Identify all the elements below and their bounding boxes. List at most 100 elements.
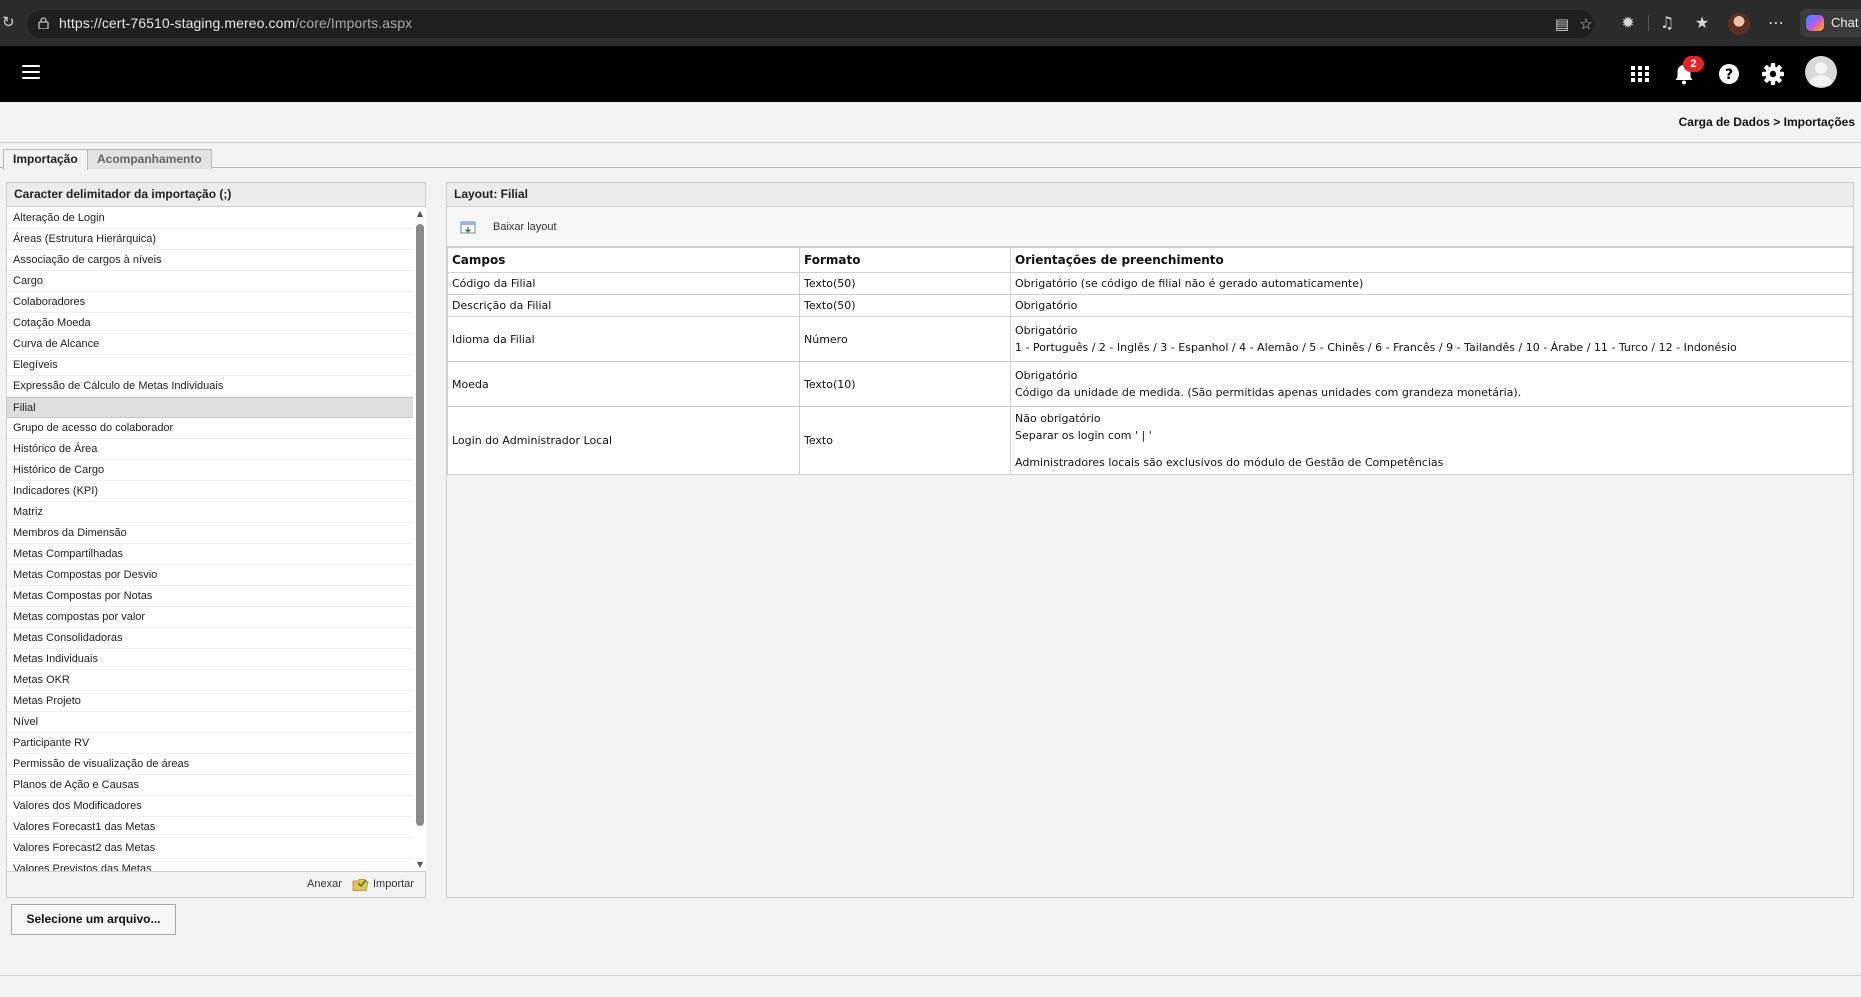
profile-avatar[interactable] <box>1728 13 1750 35</box>
scroll-up-arrow-icon[interactable]: ▲ <box>416 209 424 219</box>
table-row: Idioma da Filial Número Obrigatório 1 - Por… <box>447 316 1853 362</box>
list-item[interactable]: Expressão de Cálculo de Metas Individuai… <box>7 376 413 397</box>
list-item[interactable]: Matriz <box>7 502 413 523</box>
list-item[interactable]: Histórico de Cargo <box>7 460 413 481</box>
formato-cell: Texto(10) <box>799 361 1011 407</box>
anexar-link[interactable]: Anexar <box>307 878 342 890</box>
list-item[interactable]: Nível <box>7 712 413 733</box>
user-avatar[interactable] <box>1805 56 1837 88</box>
list-item[interactable]: Metas OKR <box>7 670 413 691</box>
notification-badge: 2 <box>1683 56 1704 72</box>
campo-cell: Moeda <box>447 361 800 407</box>
orientacao-line: Não obrigatório <box>1015 412 1101 425</box>
orientacao-line: Código da unidade de medida. (São permit… <box>1015 386 1522 399</box>
formato-cell: Texto(50) <box>799 294 1011 317</box>
list-item[interactable]: Indicadores (KPI) <box>7 481 413 502</box>
url-text: https://cert-76510-staging.mereo.com/cor… <box>59 15 413 31</box>
chat-label: Chat <box>1831 15 1859 30</box>
app-header: 2 ? <box>0 46 1861 102</box>
import-panel-footer: Anexar Importar <box>7 871 425 897</box>
tab-bar: Importação Acompanhamento <box>0 148 1861 170</box>
list-item[interactable]: Colaboradores <box>7 292 413 313</box>
orientacao-line: Administradores locais são exclusivos do… <box>1015 456 1444 469</box>
list-item[interactable]: Metas Individuais <box>7 649 413 670</box>
list-item[interactable]: Valores Previstos das Metas <box>7 859 413 871</box>
list-item[interactable]: Cotação Moeda <box>7 313 413 334</box>
reload-icon[interactable]: ↻ <box>2 15 16 30</box>
list-item[interactable]: Membros da Dimensão <box>7 523 413 544</box>
orientacao-line: Obrigatório <box>1015 369 1078 382</box>
scroll-down-arrow-icon[interactable]: ▼ <box>416 860 424 870</box>
orientacoes-cell: Obrigatório Código da unidade de medida. … <box>1010 361 1853 407</box>
list-item[interactable]: Alteração de Login <box>7 208 413 229</box>
list-scrollbar[interactable]: ▲ ▼ <box>414 208 426 871</box>
help-icon[interactable]: ? <box>1715 60 1743 88</box>
list-item[interactable]: Elegíveis <box>7 355 413 376</box>
scrollbar-thumb[interactable] <box>416 224 424 826</box>
settings-gear-icon[interactable] <box>1759 60 1787 88</box>
list-item[interactable]: Metas Consolidadoras <box>7 628 413 649</box>
apps-grid-icon[interactable] <box>1626 60 1654 88</box>
list-item[interactable]: Curva de Alcance <box>7 334 413 355</box>
orientacoes-cell: Obrigatório 1 - Português / 2 - Inglês / … <box>1010 316 1853 362</box>
more-options-icon[interactable]: ⋯ <box>1767 14 1785 32</box>
favorite-star-icon[interactable]: ☆ <box>1578 16 1594 32</box>
browser-toolbar: ↻ https://cert-76510-staging.mereo.com/c… <box>0 0 1861 46</box>
list-item[interactable]: Planos de Ação e Causas <box>7 775 413 796</box>
list-item[interactable]: Metas Compostas por Notas <box>7 586 413 607</box>
orientacao-line: 1 - Português / 2 - Inglês / 3 - Espanho… <box>1015 341 1737 354</box>
table-row: Moeda Texto(10) Obrigatório Código da unida… <box>447 361 1853 407</box>
table-row: Código da Filial Texto(50) Obrigatório (se… <box>447 272 1853 295</box>
list-item[interactable]: Participante RV <box>7 733 413 754</box>
import-folder-icon <box>352 879 369 891</box>
media-control-icon[interactable]: ♫ <box>1658 14 1676 32</box>
orientacao-line: Obrigatório <box>1015 324 1078 337</box>
list-item[interactable]: Metas Compostas por Desvio <box>7 565 413 586</box>
importar-label: Importar <box>373 878 414 890</box>
list-item[interactable]: Áreas (Estrutura Hierárquica) <box>7 229 413 250</box>
download-layout-label: Baixar layout <box>493 221 557 233</box>
campo-cell: Idioma da Filial <box>447 316 800 362</box>
orientacao-line: Separar os login com ' | ' <box>1015 429 1152 442</box>
hamburger-menu-icon[interactable] <box>22 65 40 81</box>
breadcrumb: Carga de Dados > Importações <box>1678 115 1855 129</box>
table-row: Login do Administrador Local Texto Não obr… <box>447 406 1853 475</box>
list-item[interactable]: Valores Forecast1 das Metas <box>7 817 413 838</box>
toolbar-divider <box>1648 15 1649 31</box>
layout-toolbar: Baixar layout <box>447 207 1853 247</box>
table-row: Descrição da Filial Texto(50) Obrigatório <box>447 294 1853 317</box>
orientacao-line: Obrigatório (se código de filial não é g… <box>1015 277 1364 290</box>
select-file-button[interactable]: Selecione um arquivo... <box>11 904 176 935</box>
list-item[interactable]: Permissão de visualização de áreas <box>7 754 413 775</box>
favorites-icon[interactable]: ★ <box>1693 14 1711 32</box>
list-item[interactable]: Filial <box>7 397 413 418</box>
list-item[interactable]: Cargo <box>7 271 413 292</box>
list-item[interactable]: Metas Projeto <box>7 691 413 712</box>
download-sheet-icon <box>460 221 476 234</box>
campo-cell: Descrição da Filial <box>447 294 800 317</box>
column-header: Formato <box>799 247 1011 273</box>
import-type-panel: Caracter delimitador da importação (;) A… <box>6 182 426 898</box>
layout-table: Campos Formato Orientações de preenchime… <box>447 247 1853 475</box>
list-item[interactable]: Valores dos Modificadores <box>7 796 413 817</box>
tab-importacao[interactable]: Importação <box>3 149 88 170</box>
copilot-chat-button[interactable]: Chat <box>1800 9 1861 37</box>
delimiter-title: Caracter delimitador da importação (;) <box>7 183 425 207</box>
import-type-list: Alteração de Login Áreas (Estrutura Hierá… <box>7 208 413 871</box>
list-item[interactable]: Histórico de Área <box>7 439 413 460</box>
address-bar[interactable]: https://cert-76510-staging.mereo.com/cor… <box>27 10 1594 38</box>
list-item[interactable]: Valores Forecast2 das Metas <box>7 838 413 859</box>
divider <box>0 142 1861 143</box>
tab-acompanhamento[interactable]: Acompanhamento <box>87 149 212 169</box>
list-item[interactable]: Associação de cargos à níveis <box>7 250 413 271</box>
campo-cell: Código da Filial <box>447 272 800 295</box>
copilot-icon <box>1806 15 1824 31</box>
layout-panel: Layout: Filial Baixar layout Campos Form… <box>446 182 1854 898</box>
extensions-icon[interactable]: ✹ <box>1619 14 1637 32</box>
formato-cell: Texto(50) <box>799 272 1011 295</box>
list-item[interactable]: Grupo de acesso do colaborador <box>7 418 413 439</box>
list-item[interactable]: Metas Compartilhadas <box>7 544 413 565</box>
reader-mode-icon[interactable]: ▤ <box>1554 16 1570 32</box>
list-item[interactable]: Metas compostas por valor <box>7 607 413 628</box>
table-header-row: Campos Formato Orientações de preenchime… <box>447 247 1853 273</box>
